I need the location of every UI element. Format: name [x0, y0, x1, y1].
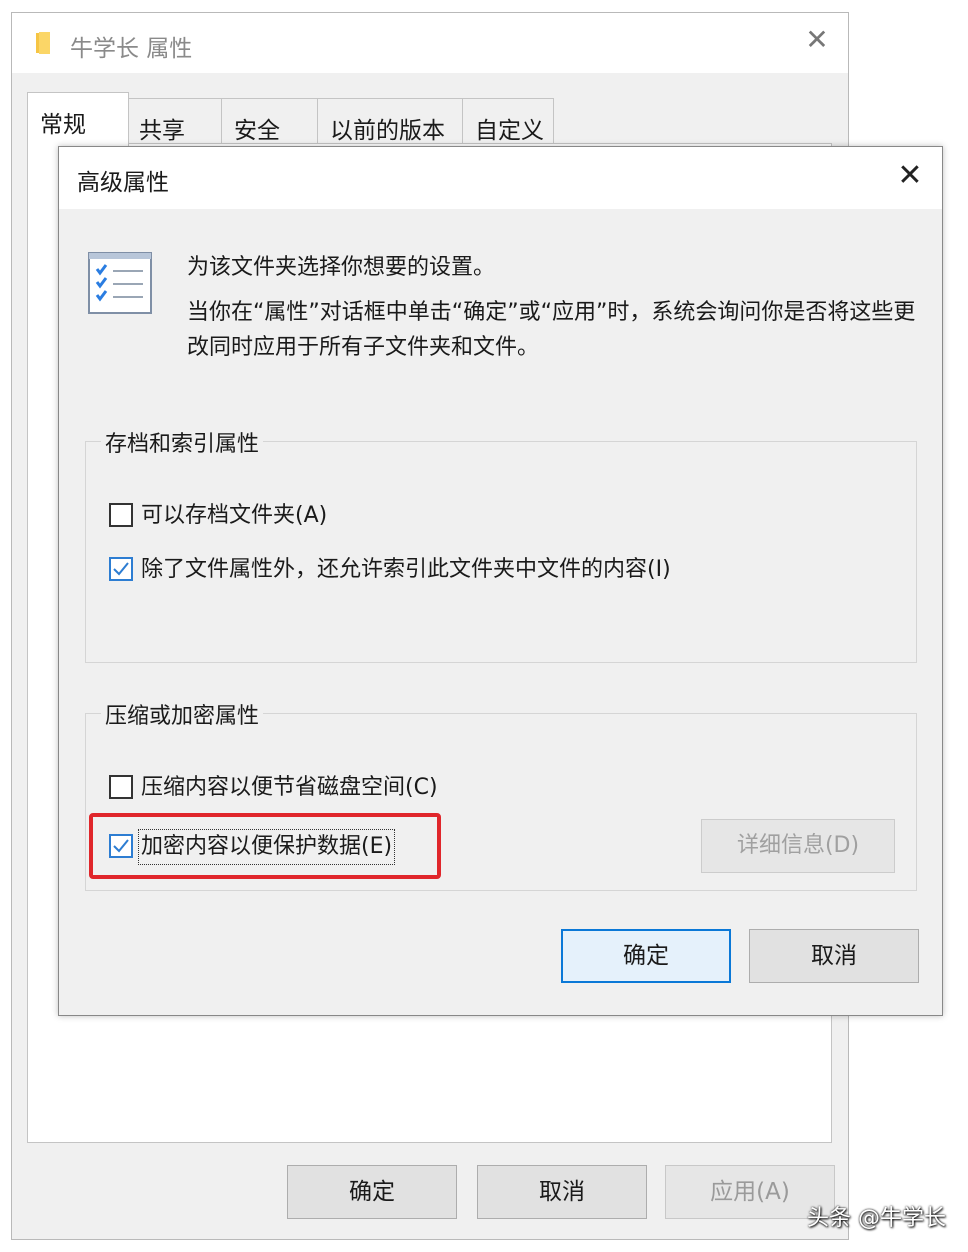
archive-folder-label[interactable]: 可以存档文件夹(A) — [141, 501, 327, 531]
compress-content-checkbox[interactable] — [109, 775, 133, 799]
compress-content-label[interactable]: 压缩内容以便节省磁盘空间(C) — [141, 773, 438, 803]
folder-properties-titlebar: 牛学长 属性 ✕ — [12, 13, 848, 73]
dialog-title: 高级属性 — [77, 170, 169, 196]
compress-encrypt-group-label: 压缩或加密属性 — [101, 698, 264, 730]
watermark: 头条 @牛学长 — [807, 1206, 946, 1231]
advanced-attributes-dialog: 高级属性 ✕ 为该文件夹选择你想要的设置。 当你在“属性”对话框中单击“确定”或… — [58, 146, 943, 1016]
dialog-intro: 为该文件夹选择你想要的设置。 — [187, 255, 496, 280]
dialog-titlebar: 高级属性 ✕ — [59, 147, 942, 209]
outer-cancel-button[interactable]: 取消 — [477, 1165, 647, 1219]
dialog-description: 当你在“属性”对话框中单击“确定”或“应用”时，系统会询问你是否将这些更改同时应… — [187, 300, 916, 360]
encrypt-option-highlight — [89, 813, 441, 879]
checklist-document-icon — [88, 252, 152, 314]
index-content-label[interactable]: 除了文件属性外，还允许索引此文件夹中文件的内容(I) — [141, 555, 671, 585]
window-title: 牛学长 属性 — [70, 36, 193, 62]
archive-index-group — [85, 441, 917, 663]
outer-ok-button[interactable]: 确定 — [287, 1165, 457, 1219]
details-button[interactable]: 详细信息(D) — [701, 819, 895, 873]
window-close-icon[interactable]: ✕ — [802, 25, 832, 55]
dialog-ok-button[interactable]: 确定 — [561, 929, 731, 983]
folder-icon — [36, 32, 50, 54]
dialog-cancel-button[interactable]: 取消 — [749, 929, 919, 983]
checkmark-icon — [113, 562, 129, 576]
index-content-checkbox[interactable] — [109, 557, 133, 581]
dialog-close-icon[interactable]: ✕ — [894, 159, 926, 193]
archive-index-group-label: 存档和索引属性 — [101, 426, 264, 458]
archive-folder-checkbox[interactable] — [109, 503, 133, 527]
